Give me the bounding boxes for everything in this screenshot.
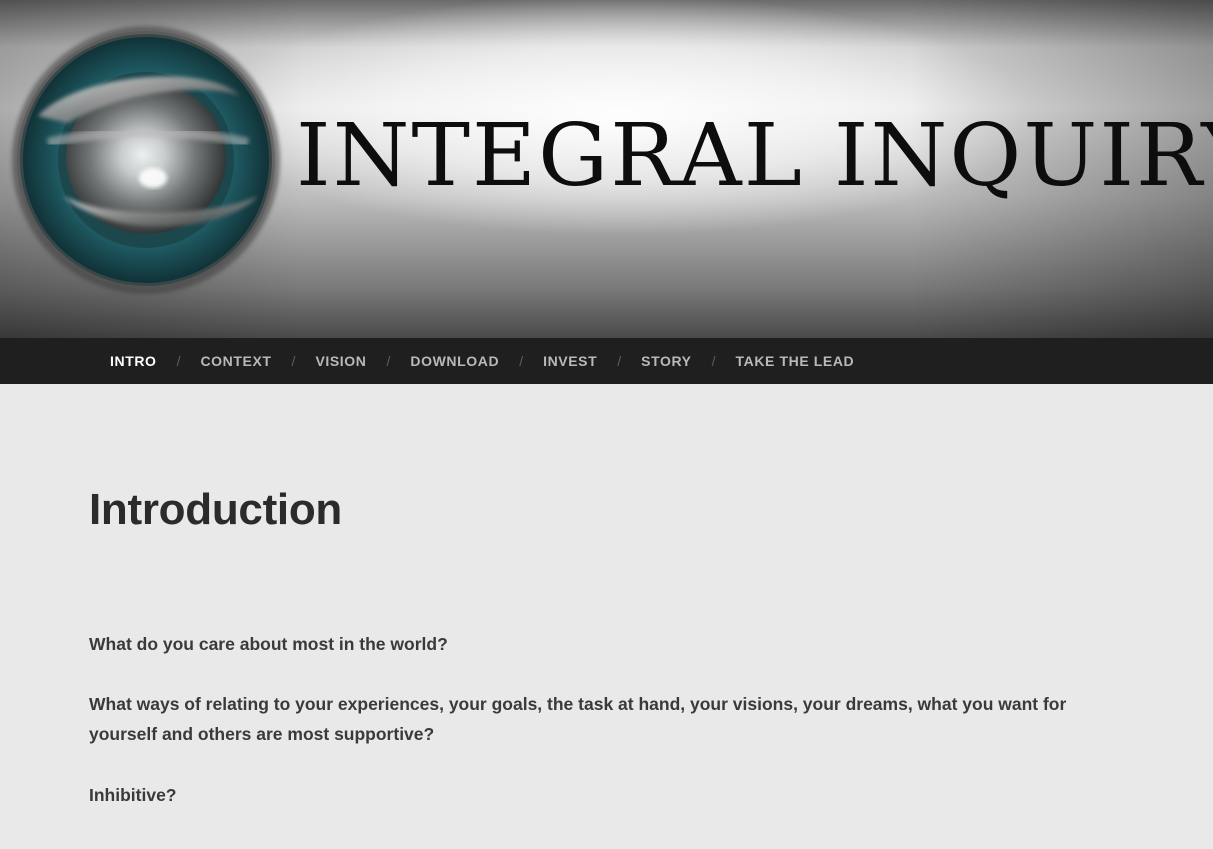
main-navigation: INTRO / CONTEXT / VISION / DOWNLOAD / IN… [0,338,1213,384]
nav-separator: / [617,353,622,369]
nav-item-download[interactable]: DOWNLOAD [410,353,499,369]
site-logo-text[interactable]: INTEGRAL INQUIRY [296,96,1213,216]
nav-separator: / [176,353,181,369]
nav-item-invest[interactable]: INVEST [543,353,597,369]
nav-separator: / [711,353,716,369]
nav-item-story[interactable]: STORY [641,353,691,369]
integral-sphere-icon [12,26,280,294]
intro-paragraph: What ways of relating to your experience… [89,694,1067,744]
site-header-banner[interactable]: INTEGRAL INQUIRY [0,0,1213,338]
nav-item-intro[interactable]: INTRO [110,353,157,369]
intro-paragraph: What do you care about most in the world… [89,634,448,654]
nav-item-take-the-lead[interactable]: TAKE THE LEAD [736,353,855,369]
nav-separator: / [519,353,524,369]
nav-item-vision[interactable]: VISION [315,353,366,369]
nav-separator: / [291,353,296,369]
nav-menu: INTRO / CONTEXT / VISION / DOWNLOAD / IN… [110,338,854,384]
nav-separator: / [386,353,391,369]
page-title: Introduction [89,485,343,534]
nav-item-context[interactable]: CONTEXT [200,353,271,369]
intro-paragraph: Inhibitive? [89,785,177,805]
